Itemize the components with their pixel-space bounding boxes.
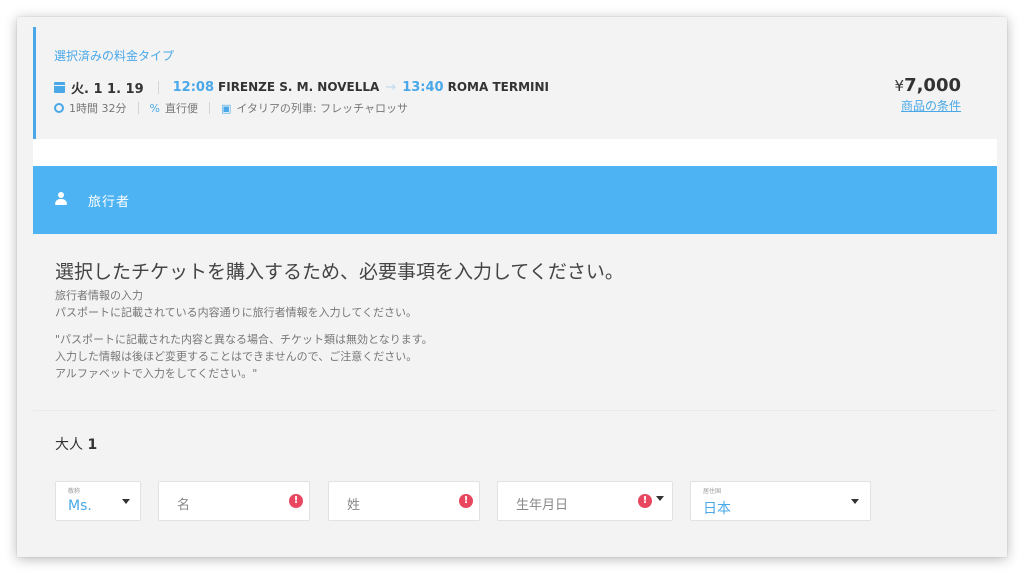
passenger-type: 大人 (55, 437, 83, 453)
instructions-panel: 選択したチケットを購入するため、必要事項を入力してください。 旅行者情報の入力 … (33, 234, 997, 410)
booking-card: 選択済みの料金タイプ 火. 1 1. 19 12:08 FIRENZE S. M… (17, 17, 1007, 557)
error-icon: ! (459, 494, 473, 508)
arrow-right-icon: → (385, 79, 397, 95)
terms-link[interactable]: 商品の条件 (901, 97, 961, 114)
selected-fare-panel: 選択済みの料金タイプ 火. 1 1. 19 12:08 FIRENZE S. M… (33, 27, 997, 139)
instructions-headline: 選択したチケットを購入するため、必要事項を入力してください。 (55, 261, 624, 283)
country-select-label: 居住国 (703, 488, 722, 495)
route-icon: % (149, 101, 160, 115)
title-select[interactable]: 敬称 Ms. (55, 481, 141, 521)
passenger-number: 1 (87, 437, 98, 453)
duration: 1時間 32分 (69, 102, 127, 115)
chevron-down-icon (851, 499, 859, 504)
fare-panel-title: 選択済みの料金タイプ (54, 49, 175, 63)
birthdate-placeholder: 生年月日 (516, 498, 569, 513)
note-line: "パスポートに記載された内容と異なる場合、チケット類は無効となります。 (55, 333, 433, 346)
first-name-placeholder: 名 (177, 498, 191, 513)
price-value: 7,000 (904, 75, 961, 96)
route-type: 直行便 (164, 102, 198, 115)
arrival-time: 13:40 (402, 79, 444, 95)
instructions-subtitle: 旅行者情報の入力 (55, 289, 143, 302)
divider (33, 410, 997, 411)
passenger-heading: 大人 1 (55, 434, 97, 454)
clock-icon (54, 103, 64, 113)
journey-details-row: 1時間 32分 % 直行便 ▣ イタリアの列車: フレッチャロッサ (54, 100, 408, 116)
note-line: アルファベットで入力をしてください。" (55, 367, 258, 380)
departure-time: 12:08 (172, 79, 215, 95)
traveler-section-header: 旅行者 (33, 166, 997, 234)
train-name: イタリアの列車: フレッチャロッサ (236, 102, 409, 115)
separator (157, 80, 159, 94)
last-name-placeholder: 姓 (347, 498, 361, 513)
title-select-value: Ms. (68, 498, 92, 514)
person-icon (55, 192, 67, 206)
passport-instruction: パスポートに記載されている内容通りに旅行者情報を入力してください。 (55, 306, 418, 319)
price-currency: ¥ (894, 77, 905, 95)
error-icon: ! (289, 494, 303, 508)
travel-date: 火. 1 1. 19 (71, 81, 144, 97)
first-name-field[interactable]: 名 ! (158, 481, 310, 521)
section-title: 旅行者 (88, 195, 131, 210)
note-line: 入力した情報は後ほど変更することはできませんので、ご注意ください。 (55, 350, 418, 363)
instructions-note: "パスポートに記載された内容と異なる場合、チケット類は無効となります。 入力した… (55, 331, 433, 382)
fare-price: ¥7,000 (895, 75, 961, 96)
country-select-value: 日本 (703, 501, 731, 517)
journey-row: 火. 1 1. 19 12:08 FIRENZE S. M. NOVELLA →… (54, 78, 549, 97)
arrival-station: ROMA TERMINI (447, 80, 549, 94)
calendar-icon (54, 81, 65, 93)
separator (208, 102, 210, 114)
section-gap (33, 139, 997, 166)
chevron-down-icon (122, 499, 130, 504)
title-select-label: 敬称 (68, 488, 81, 495)
chevron-down-icon (656, 496, 664, 501)
last-name-field[interactable]: 姓 ! (328, 481, 480, 521)
train-icon: ▣ (220, 101, 232, 115)
country-select[interactable]: 居住国 日本 (690, 481, 871, 521)
error-icon: ! (638, 494, 652, 508)
separator (137, 102, 139, 114)
birthdate-select[interactable]: 生年月日 ! (497, 481, 673, 521)
departure-station: FIRENZE S. M. NOVELLA (218, 80, 380, 94)
